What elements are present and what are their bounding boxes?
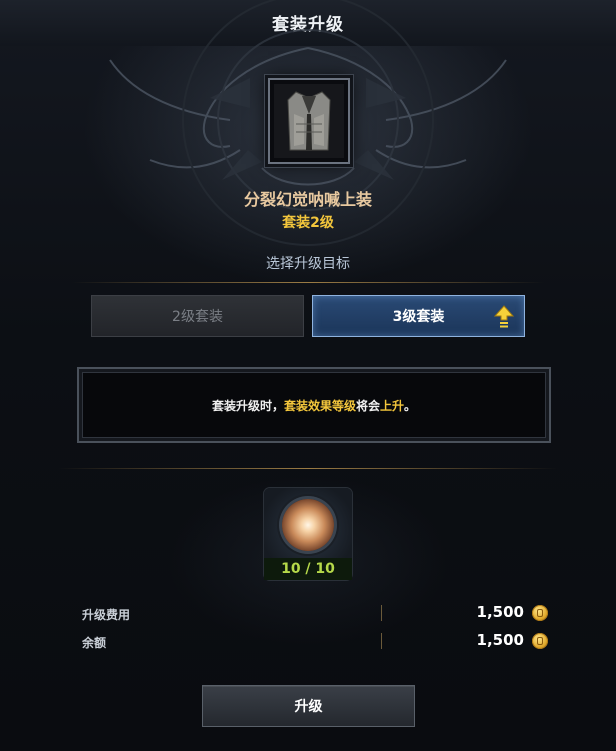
divider xyxy=(381,605,382,621)
option-level-3-set[interactable]: 3级套装 xyxy=(312,295,525,337)
set-level-label: 套装2级 xyxy=(282,215,334,231)
divider-middle xyxy=(58,468,558,469)
desc-text: 将会 xyxy=(355,398,380,413)
option-label: 3级套装 xyxy=(392,309,445,325)
material-count: 10 / 10 xyxy=(264,558,352,580)
item-slot[interactable] xyxy=(268,78,350,164)
upgrade-arrow-icon xyxy=(494,305,514,328)
upgrade-description: 套装升级时， 套装效果等级 将会 上升。 xyxy=(77,367,551,443)
desc-text: 套装升级时， xyxy=(211,398,284,413)
option-label: 2级套装 xyxy=(172,309,223,325)
select-target-label: 选择升级目标 xyxy=(266,256,350,272)
desc-highlight-effect: 套装效果等级 xyxy=(283,398,356,413)
upgrade-cost-row: 升级费用 1,500 xyxy=(82,603,548,625)
title-bar: 套装升级 xyxy=(0,0,616,46)
window-title: 套装升级 xyxy=(272,15,344,35)
set-upgrade-panel: 套装升级 分裂幻觉呐喊上装 套装2级 选择升级目标 2级套装 3级套装 套装升级… xyxy=(0,0,616,751)
gold-coin-icon xyxy=(532,605,548,621)
desc-highlight-rise: 上升 xyxy=(380,398,405,413)
balance-row: 余额 1,500 xyxy=(82,631,548,653)
desc-text: 。 xyxy=(404,398,417,413)
item-name: 分裂幻觉呐喊上装 xyxy=(243,190,372,209)
divider-top xyxy=(72,282,544,283)
balance-label: 余额 xyxy=(82,636,107,650)
divider xyxy=(381,633,382,649)
option-level-2-set[interactable]: 2级套装 xyxy=(91,295,304,337)
balance-value: 1,500 xyxy=(476,631,524,649)
cost-label: 升级费用 xyxy=(82,608,131,622)
gold-coin-icon xyxy=(532,633,548,649)
material-slot[interactable]: 10 / 10 xyxy=(264,488,352,580)
cost-value: 1,500 xyxy=(476,603,524,621)
glowing-orb-icon xyxy=(282,499,334,551)
upgrade-button[interactable]: 升级 xyxy=(202,685,415,727)
robe-armor-icon xyxy=(274,84,344,158)
